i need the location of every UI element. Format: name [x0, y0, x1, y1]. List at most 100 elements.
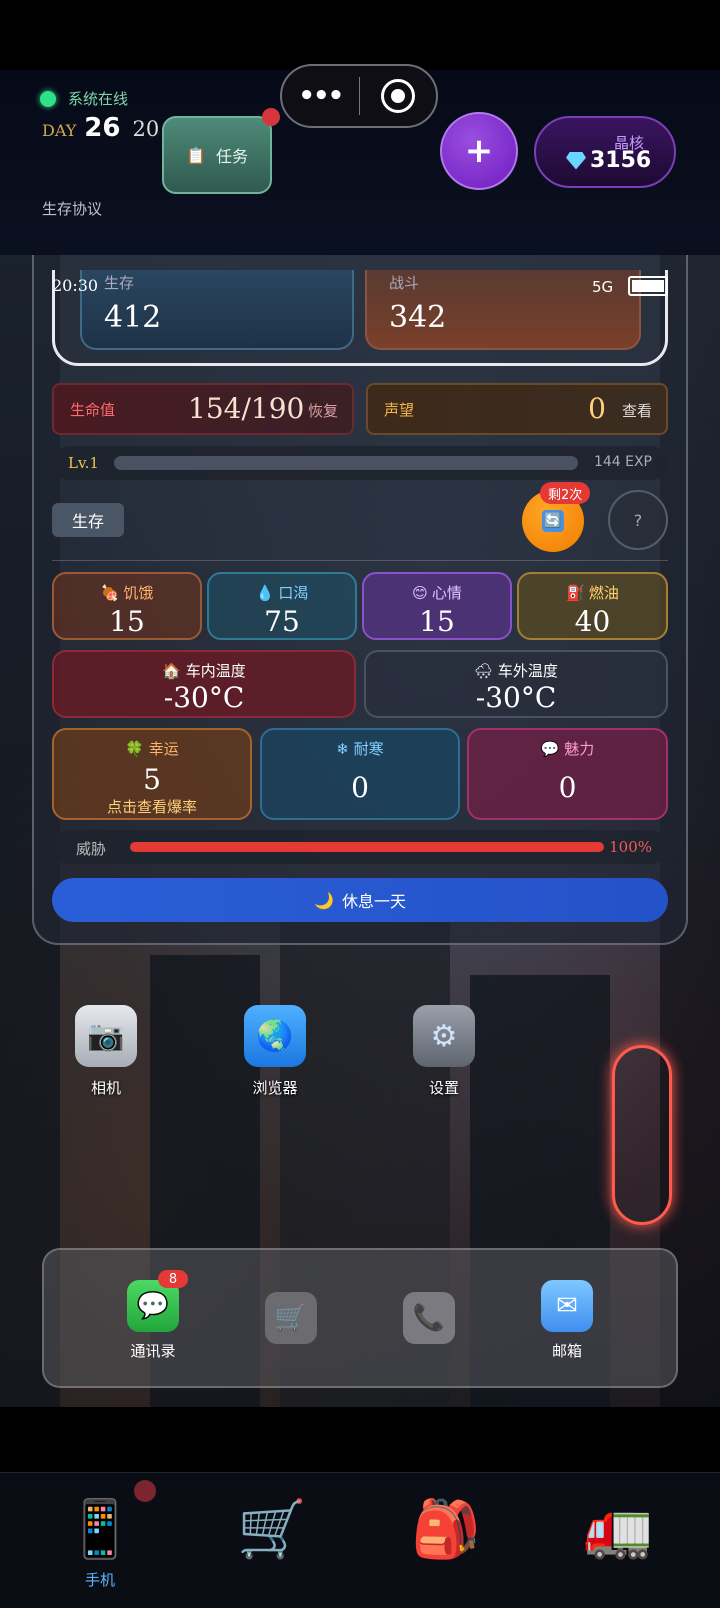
threat-bar: 威胁 100%: [52, 830, 668, 864]
status-time: 20:30: [52, 276, 99, 295]
recover-button[interactable]: 恢复: [308, 400, 338, 421]
level-label: Lv.1: [68, 454, 99, 472]
inside-temp-label: 车内温度: [185, 662, 246, 680]
view-reputation-button[interactable]: 查看: [622, 400, 652, 421]
threat-fill: [130, 842, 604, 852]
battery-icon: [628, 276, 668, 296]
threat-percent: 100%: [609, 838, 652, 856]
refresh-icon: 🔄: [542, 510, 564, 532]
inside-temperature-card[interactable]: 🏠 车内温度 -30°C: [52, 650, 356, 718]
remaining-count-badge: 剩2次: [540, 482, 591, 504]
close-miniprogram-icon[interactable]: [360, 79, 437, 113]
exp-track: [114, 456, 578, 470]
charm-label: 魅力: [564, 740, 595, 758]
network-indicator: 5G: [592, 278, 614, 296]
globe-icon: 🌏: [244, 1005, 306, 1067]
outside-temp-label: 车外温度: [497, 662, 558, 680]
add-button[interactable]: +: [440, 112, 518, 190]
nav-phone[interactable]: 📱 手机: [40, 1489, 160, 1590]
house-icon: 🏠: [162, 662, 181, 680]
bottom-nav: 📱 手机 🛒 🎒 🚛: [0, 1472, 720, 1608]
luck-card[interactable]: 🍀 幸运 5 点击查看爆率: [52, 728, 252, 820]
cold-resistance-card[interactable]: ❄ 耐寒 0: [260, 728, 460, 820]
day-label: DAY: [42, 121, 77, 140]
luck-value: 5: [143, 763, 161, 796]
mode-tag[interactable]: 生存: [52, 503, 124, 537]
mail-label: 邮箱: [551, 1342, 582, 1360]
dock-mail[interactable]: ✉ 邮箱: [517, 1280, 617, 1361]
thirst-value: 75: [264, 605, 300, 638]
inside-temp-value: -30°C: [163, 681, 245, 714]
app-browser-label: 浏览器: [252, 1079, 298, 1097]
clover-icon: 🍀: [125, 740, 144, 758]
app-browser[interactable]: 🌏 浏览器: [225, 1005, 325, 1098]
exp-value: 144 EXP: [593, 454, 652, 470]
outside-temp-value: -30°C: [475, 681, 557, 714]
hour-value: 20: [132, 117, 160, 141]
rest-button-label: 休息一天: [341, 892, 406, 911]
envelope-icon: ✉: [541, 1280, 593, 1332]
crystal-balance[interactable]: 晶核 3156: [534, 116, 676, 188]
help-button[interactable]: ?: [608, 490, 668, 550]
dock-shop[interactable]: 🛒: [241, 1292, 341, 1344]
fuel-label: 燃油: [588, 584, 619, 602]
camera-icon: 📷: [75, 1005, 137, 1067]
shopping-cart-icon: 🛒: [265, 1292, 317, 1344]
dock-contacts[interactable]: 💬 通讯录: [103, 1280, 203, 1361]
snow-cloud-icon: 🌨: [474, 662, 494, 680]
dock-phone[interactable]: 📞: [379, 1292, 479, 1344]
hunger-card[interactable]: 🍖 饥饿 15: [52, 572, 202, 640]
drop-rate-link[interactable]: 点击查看爆率: [54, 796, 250, 817]
charm-value: 0: [558, 771, 577, 804]
nav-notification-dot: [134, 1480, 156, 1502]
smile-icon: 😊: [412, 583, 428, 602]
phone-icon: 📞: [403, 1292, 455, 1344]
cold-resistance-label: 耐寒: [353, 740, 384, 758]
more-options-icon[interactable]: •••: [282, 81, 359, 111]
rest-one-day-button[interactable]: 🌙 休息一天: [52, 878, 668, 922]
task-notification-dot: [262, 108, 280, 126]
thirst-label: 口渴: [278, 584, 309, 602]
snowflake-icon: ❄: [336, 740, 349, 758]
hp-label: 生命值: [70, 401, 116, 419]
reputation-box: 声望 0 查看: [366, 383, 668, 435]
nav-phone-label: 手机: [84, 1571, 115, 1589]
mini-program-capsule: •••: [280, 64, 438, 128]
app-settings-label: 设置: [428, 1079, 459, 1097]
divider: [52, 560, 668, 561]
day-number: 26: [84, 113, 121, 143]
task-button[interactable]: 📋 任务: [162, 116, 272, 194]
shopping-cart-icon: 🛒: [237, 1497, 307, 1562]
thirst-card[interactable]: 💧 口渴 75: [207, 572, 357, 640]
reputation-label: 声望: [384, 401, 415, 419]
contacts-badge: 8: [158, 1270, 188, 1288]
fuel-value: 40: [574, 605, 611, 638]
nav-backpack[interactable]: 🎒: [386, 1489, 506, 1569]
hp-value: 154/190: [188, 392, 305, 425]
app-camera[interactable]: 📷 相机: [56, 1005, 156, 1098]
level-bar: Lv.1 144 EXP: [52, 446, 668, 480]
mood-label: 心情: [431, 584, 462, 602]
reputation-value: 0: [588, 392, 606, 425]
outside-temperature-card[interactable]: 🌨 车外温度 -30°C: [364, 650, 668, 718]
meat-icon: 🍖: [100, 583, 120, 602]
clipboard-icon: 📋: [186, 145, 206, 165]
nav-shop[interactable]: 🛒: [212, 1489, 332, 1569]
luck-label: 幸运: [148, 740, 179, 758]
hunger-label: 饥饿: [123, 584, 154, 602]
crystal-value: 3156: [590, 148, 652, 173]
app-camera-label: 相机: [90, 1079, 121, 1097]
mood-card[interactable]: 😊 心情 15: [362, 572, 512, 640]
nav-truck[interactable]: 🚛: [558, 1489, 678, 1569]
app-settings[interactable]: ⚙ 设置: [394, 1005, 494, 1098]
online-status: 系统在线: [40, 88, 128, 109]
survival-protocol-link[interactable]: 生存协议: [42, 198, 102, 219]
contacts-label: 通讯录: [130, 1342, 176, 1360]
fuel-card[interactable]: ⛽ 燃油 40: [517, 572, 668, 640]
truck-icon: 🚛: [583, 1497, 653, 1562]
moon-icon: 🌙: [314, 890, 334, 910]
online-dot-icon: [40, 90, 56, 107]
charm-card[interactable]: 💬 魅力 0: [467, 728, 668, 820]
hunger-value: 15: [109, 605, 145, 638]
speech-bubble-icon: 💬: [540, 740, 560, 758]
